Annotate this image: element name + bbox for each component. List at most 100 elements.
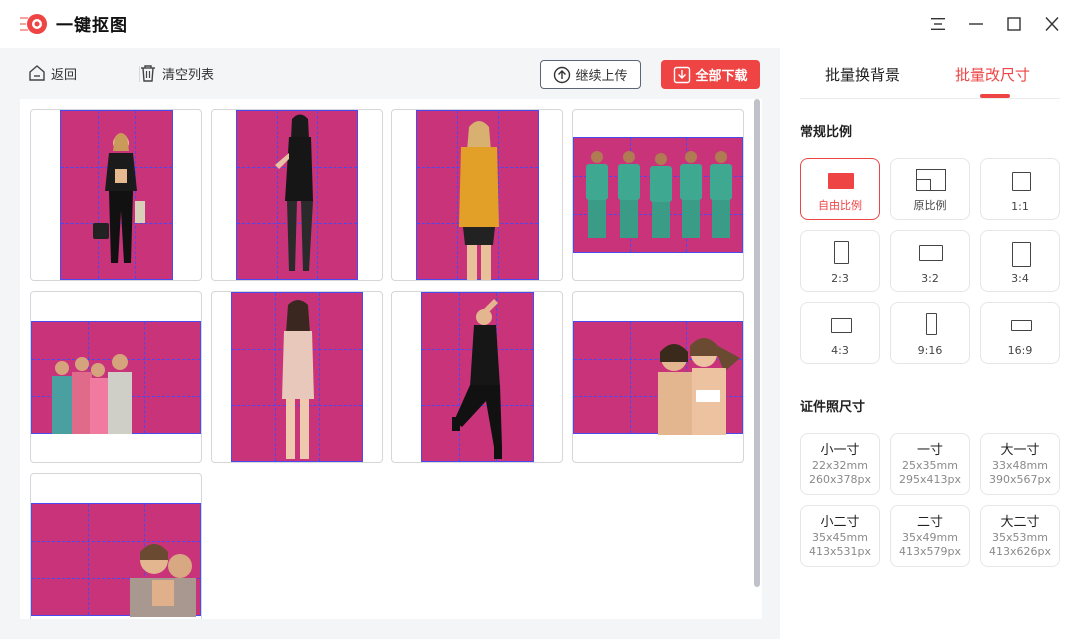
continue-upload-label: 继续上传 [575,69,628,84]
id-size-px: 413x579px [899,545,961,558]
id-size-name: 大一寸 [1000,443,1040,458]
image-card[interactable] [572,291,744,463]
ratio-3-4-icon [1012,242,1031,267]
person-image [275,114,313,271]
ratio-9-16-button[interactable]: 9:16 [890,302,970,364]
tab-batch-background[interactable]: 批量换背景 [825,64,900,85]
id-size-mm: 22x32mm [812,459,868,472]
ratio-9-16-icon [926,313,937,335]
settings-pane: 批量换背景 批量改尺寸 常规比例 自由比例 原比例 1:1 2:3 3:2 3:… [780,48,1081,639]
maximize-icon[interactable] [1002,12,1026,36]
ratio-label: 9:16 [917,344,943,357]
id-size-mm: 35x49mm [902,531,958,544]
id-size-small-one-inch[interactable]: 小一寸 22x32mm 260x378px [800,433,880,495]
id-size-mm: 25x35mm [902,459,958,472]
crop-box[interactable] [31,503,201,617]
id-size-two-inch[interactable]: 二寸 35x49mm 413x579px [890,505,970,567]
id-size-large-two-inch[interactable]: 大二寸 35x53mm 413x626px [980,505,1060,567]
image-card[interactable] [30,473,202,619]
crop-box[interactable] [60,110,173,280]
ratio-original-button[interactable]: 原比例 [890,158,970,220]
image-card[interactable] [211,291,383,463]
tab-divider [800,98,1060,99]
ratio-label: 2:3 [831,272,849,285]
id-size-px: 295x413px [899,473,961,486]
clear-list-button[interactable]: 清空列表 [139,61,214,85]
id-size-mm: 35x53mm [992,531,1048,544]
id-size-mm: 33x48mm [992,459,1048,472]
ratio-16-9-icon [1011,320,1032,331]
ratio-free-button[interactable]: 自由比例 [800,158,880,220]
person-image [93,133,145,263]
ratio-2-3-button[interactable]: 2:3 [800,230,880,292]
ratio-3-2-icon [919,245,943,261]
id-size-px: 260x378px [809,473,871,486]
image-grid [20,99,762,619]
image-grid-scrollbar[interactable] [754,99,760,587]
crop-box[interactable] [31,321,201,434]
ratio-label: 自由比例 [818,199,862,212]
continue-upload-button[interactable]: 继续上传 [540,60,641,89]
app-title: 一键抠图 [56,16,128,36]
id-size-name: 一寸 [916,443,943,458]
clear-list-label: 清空列表 [162,67,215,83]
image-card[interactable] [30,291,202,463]
id-photo-section-title: 证件照尺寸 [800,400,866,415]
id-size-large-one-inch[interactable]: 大一寸 33x48mm 390x567px [980,433,1060,495]
ratio-3-2-button[interactable]: 3:2 [890,230,970,292]
crop-box[interactable] [573,321,743,435]
image-card[interactable] [30,109,202,281]
download-all-label: 全部下载 [695,69,748,84]
ratio-16-9-button[interactable]: 16:9 [980,302,1060,364]
ratio-section-title: 常规比例 [800,125,853,140]
id-size-px: 390x567px [989,473,1051,486]
ratio-3-4-button[interactable]: 3:4 [980,230,1060,292]
app-logo-icon [20,14,47,34]
ratio-label: 3:2 [921,272,939,285]
ratio-4-3-button[interactable]: 4:3 [800,302,880,364]
crop-box[interactable] [421,292,534,462]
id-size-name: 小一寸 [820,443,860,458]
id-size-px: 413x626px [989,545,1051,558]
crop-box[interactable] [231,292,363,462]
image-card[interactable] [572,109,744,281]
id-size-small-two-inch[interactable]: 小二寸 35x45mm 413x531px [800,505,880,567]
trash-icon [141,65,155,82]
person-image [282,300,314,459]
person-image [452,299,502,459]
download-icon [674,66,691,83]
group-image [586,151,732,238]
ratio-label: 16:9 [1007,344,1033,357]
ratio-free-icon [828,173,854,189]
ratio-1-1-icon [1012,172,1031,191]
crop-box[interactable] [416,110,539,280]
back-icon [29,65,45,81]
image-card[interactable] [211,109,383,281]
toolbar: 返回 清空列表 继续上传 全部下载 [0,48,780,98]
menu-icon[interactable] [926,12,950,36]
ratio-label: 4:3 [831,344,849,357]
id-size-name: 小二寸 [820,515,860,530]
back-label: 返回 [51,67,78,83]
ratio-original-icon [916,169,946,191]
image-card[interactable] [391,291,563,463]
ratio-4-3-icon [831,318,852,333]
upload-icon [554,66,571,83]
crop-box[interactable] [573,137,743,253]
tab-batch-resize[interactable]: 批量改尺寸 [955,64,1030,85]
id-size-name: 二寸 [916,515,943,530]
family-image [130,544,196,617]
title-bar: 一键抠图 [0,0,1081,48]
group-image [52,354,132,434]
download-all-button[interactable]: 全部下载 [661,60,760,89]
ratio-1-1-button[interactable]: 1:1 [980,158,1060,220]
image-card[interactable] [391,109,563,281]
back-button[interactable]: 返回 [28,61,77,85]
ratio-2-3-icon [834,241,849,264]
id-size-one-inch[interactable]: 一寸 25x35mm 295x413px [890,433,970,495]
id-size-px: 413x531px [809,545,871,558]
crop-box[interactable] [236,110,358,280]
close-icon[interactable] [1040,12,1064,36]
couple-image [658,338,740,435]
minimize-icon[interactable] [964,12,988,36]
